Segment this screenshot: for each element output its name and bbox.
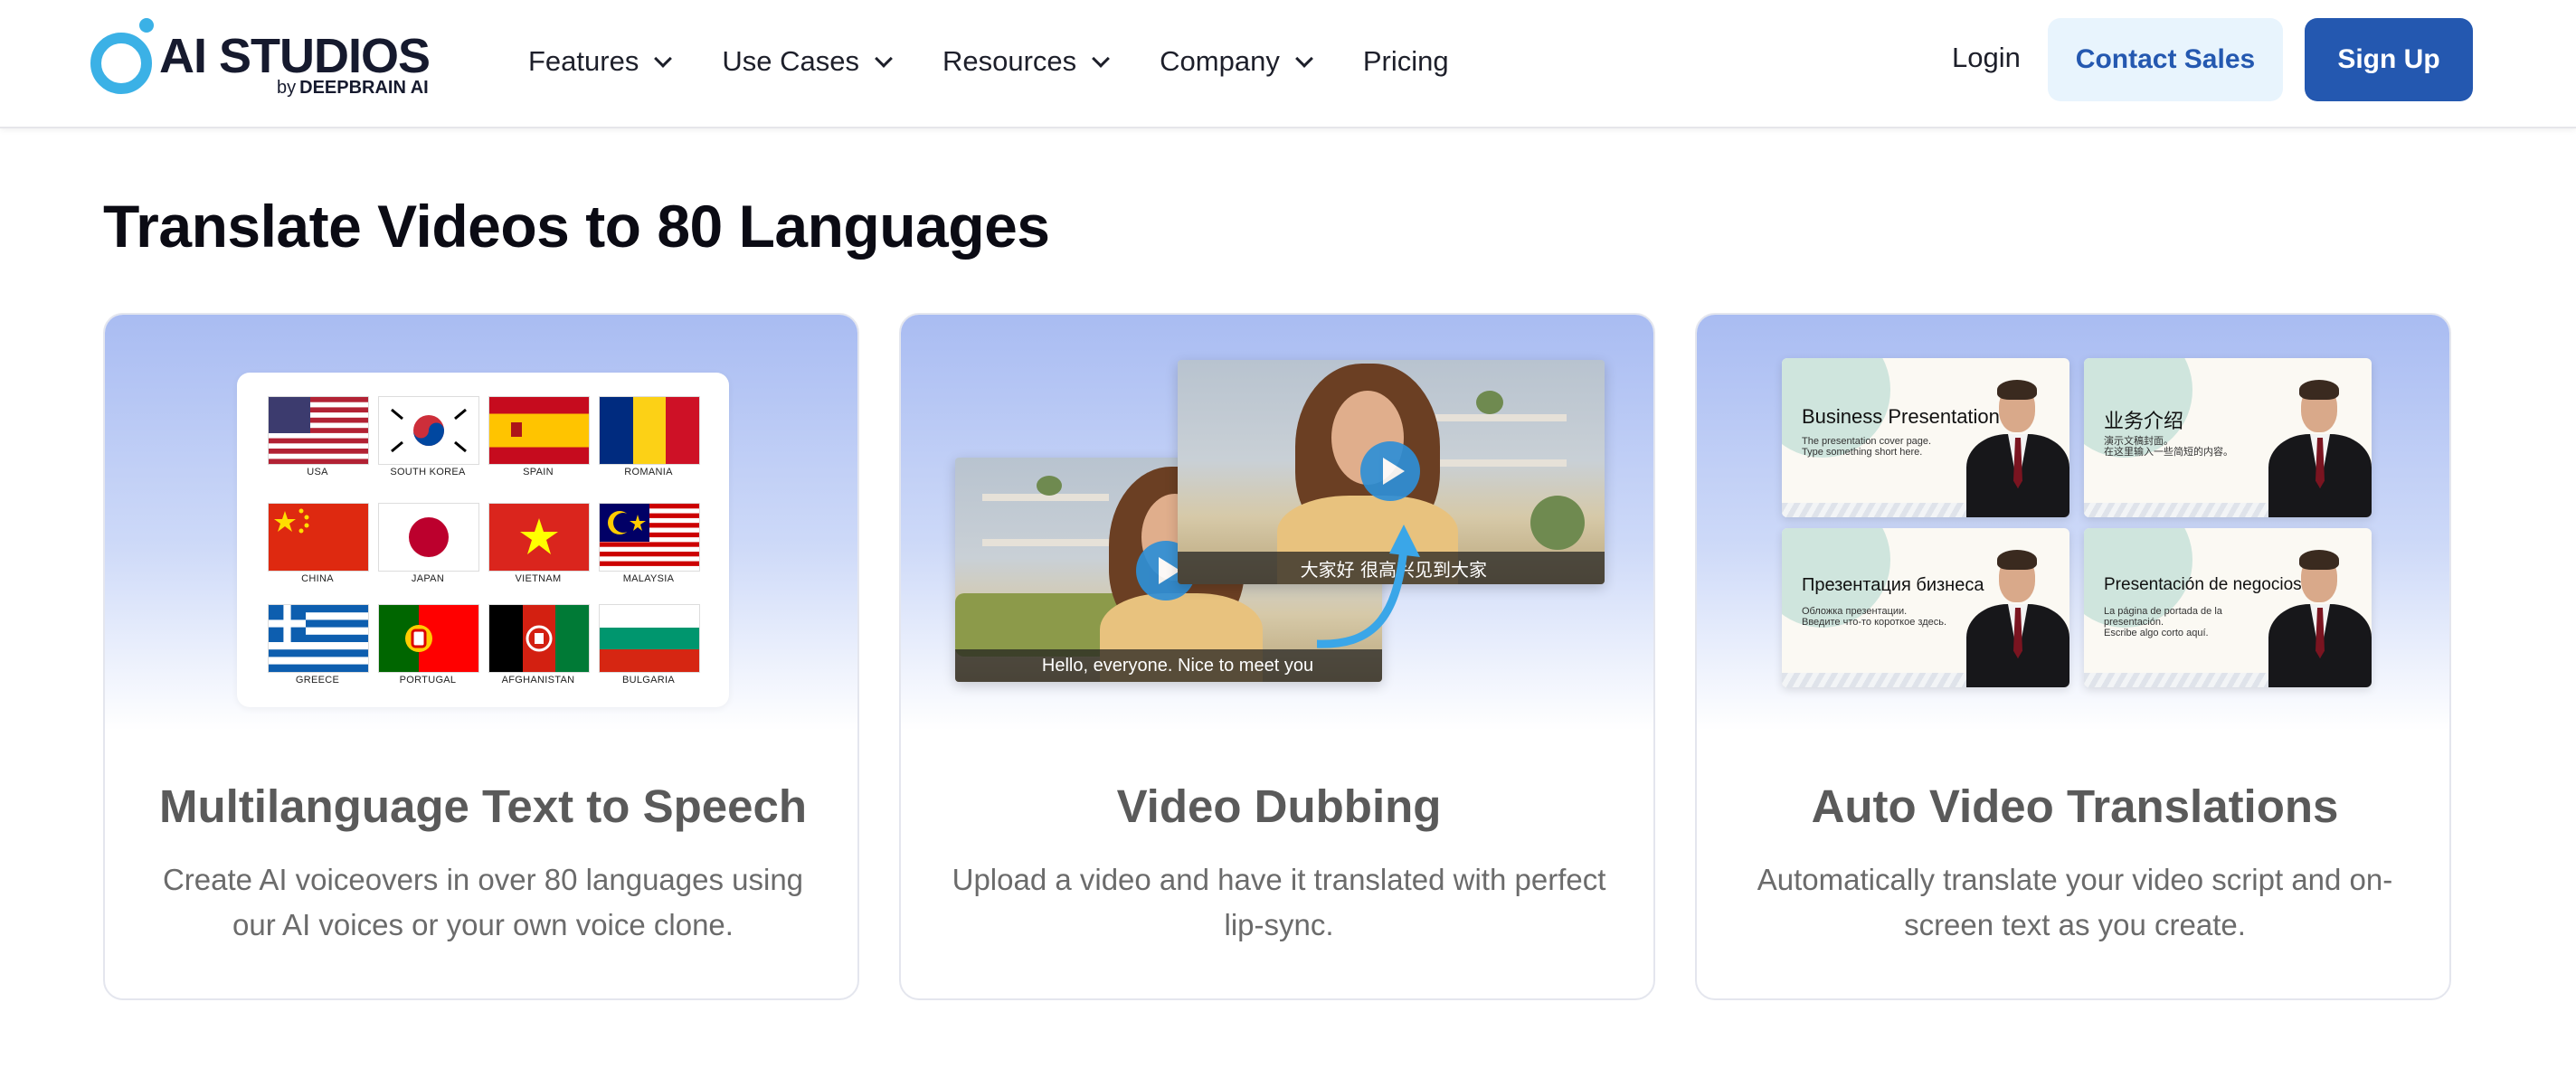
flag-label: PORTUGAL <box>399 675 457 686</box>
avatar-presenter <box>2268 550 2372 687</box>
card-hero: USA SOUTH KOREA SPAIN ROMANIA CHINA JAPA… <box>105 315 857 731</box>
flag-label: USA <box>307 467 328 478</box>
avatar-presenter <box>1966 550 2069 687</box>
slide-subtitle: The presentation cover page. Type somethi… <box>1802 436 1932 458</box>
section-title: Translate Videos to 80 Languages <box>103 193 1050 260</box>
slide-thumbnail-english[interactable]: Business Presentation The presentation c… <box>1782 358 2069 517</box>
nav-item-label: Features <box>528 45 639 77</box>
site-header: AI STUDIOS by DEEPBRAIN AI Features Use C… <box>0 0 2576 128</box>
japan-flag-icon <box>378 503 479 572</box>
malaysia-flag-icon <box>599 503 700 572</box>
avatar-presenter <box>1966 380 2069 517</box>
chevron-down-icon <box>1294 50 1313 68</box>
flag-label: BULGARIA <box>621 675 676 686</box>
curved-arrow-icon <box>1317 525 1420 648</box>
flag-label: SPAIN <box>523 467 554 478</box>
main-nav: Features Use Cases Resources Company Pri… <box>528 36 1501 87</box>
flag-label: AFGHANISTAN <box>501 675 575 686</box>
card-description: Upload a video and have it translated wi… <box>952 863 1606 941</box>
card-title: Auto Video Translations <box>1811 780 2339 832</box>
card-description: Automatically translate your video scrip… <box>1757 863 2393 941</box>
login-link[interactable]: Login <box>1952 42 2021 74</box>
nav-item-features[interactable]: Features <box>528 45 673 78</box>
greece-flag-icon <box>268 604 369 673</box>
flag-label: GREECE <box>295 675 340 686</box>
logo-subtitle: by DEEPBRAIN AI <box>277 78 429 99</box>
romania-flag-icon <box>599 396 700 465</box>
feature-card-video-dubbing[interactable]: Hello, everyone. Nice to meet you 大家好 很高… <box>899 313 1655 1000</box>
flag-label: JAPAN <box>411 573 445 584</box>
slide-title: Презентация бизнеса <box>1802 575 1984 595</box>
spain-flag-icon <box>488 396 590 465</box>
card-hero: Hello, everyone. Nice to meet you 大家好 很高… <box>901 315 1653 731</box>
subtitle-text-english: Hello, everyone. Nice to meet you <box>1041 655 1314 676</box>
play-icon[interactable] <box>1360 441 1420 501</box>
chevron-down-icon <box>875 50 893 68</box>
flag-grid: USA SOUTH KOREA SPAIN ROMANIA CHINA JAPA… <box>237 373 729 707</box>
chevron-down-icon <box>1092 50 1111 68</box>
feature-card-auto-translations[interactable]: Business Presentation The presentation c… <box>1695 313 2451 1000</box>
card-description: Create AI voiceovers in over 80 language… <box>162 863 804 941</box>
afghanistan-flag-icon <box>488 604 590 673</box>
slide-title: 业务介绍 <box>2104 411 2184 433</box>
nav-item-label: Pricing <box>1362 45 1449 77</box>
nav-item-label: Company <box>1160 45 1280 77</box>
nav-item-use-cases[interactable]: Use Cases <box>722 45 893 78</box>
chevron-down-icon <box>654 50 673 68</box>
contact-sales-button[interactable]: Contact Sales <box>2048 18 2283 101</box>
card-hero: Business Presentation The presentation c… <box>1697 315 2449 731</box>
flag-label: SOUTH KOREA <box>390 467 466 478</box>
slide-thumbnail-chinese[interactable]: 业务介绍 演示文稿封面。 在这里输入一些简短的内容。 <box>2084 358 2372 517</box>
card-title: Video Dubbing <box>1116 780 1442 832</box>
usa-flag-icon <box>268 396 369 465</box>
logo-sub-company: DEEPBRAIN AI <box>299 78 429 98</box>
sign-up-button[interactable]: Sign Up <box>2305 18 2473 101</box>
logo-ring-icon <box>90 33 152 94</box>
slide-subtitle: La página de portada de la presentación.… <box>2104 606 2222 638</box>
flag-label: CHINA <box>301 573 334 584</box>
portugal-flag-icon <box>378 604 479 673</box>
brand-logo[interactable]: AI STUDIOS by DEEPBRAIN AI <box>90 18 434 105</box>
nav-item-label: Use Cases <box>722 45 859 77</box>
vietnam-flag-icon <box>488 503 590 572</box>
flag-label: VIETNAM <box>515 573 562 584</box>
nav-item-label: Resources <box>942 45 1077 77</box>
bulgaria-flag-icon <box>599 604 700 673</box>
feature-card-text-to-speech[interactable]: USA SOUTH KOREA SPAIN ROMANIA CHINA JAPA… <box>103 313 859 1000</box>
slide-subtitle: Обложка презентации. Введите что-то корот… <box>1802 606 1947 628</box>
nav-item-company[interactable]: Company <box>1160 45 1313 78</box>
card-title: Multilanguage Text to Speech <box>159 780 807 832</box>
avatar-presenter <box>2268 380 2372 517</box>
slide-subtitle: 演示文稿封面。 在这里输入一些简短的内容。 <box>2104 435 2233 458</box>
south-korea-flag-icon <box>378 396 479 465</box>
flag-label: ROMANIA <box>624 467 673 478</box>
flag-label: MALAYSIA <box>622 573 675 584</box>
nav-item-pricing[interactable]: Pricing <box>1363 45 1449 78</box>
logo-wordmark: AI STUDIOS <box>159 29 431 83</box>
china-flag-icon <box>268 503 369 572</box>
slide-thumbnail-russian[interactable]: Презентация бизнеса Обложка презентации.… <box>1782 528 2069 687</box>
slide-thumbnail-spanish[interactable]: Presentación de negocios La página de po… <box>2084 528 2372 687</box>
logo-dot-icon <box>139 18 154 33</box>
logo-sub-by: by <box>277 78 297 98</box>
nav-item-resources[interactable]: Resources <box>942 45 1111 78</box>
